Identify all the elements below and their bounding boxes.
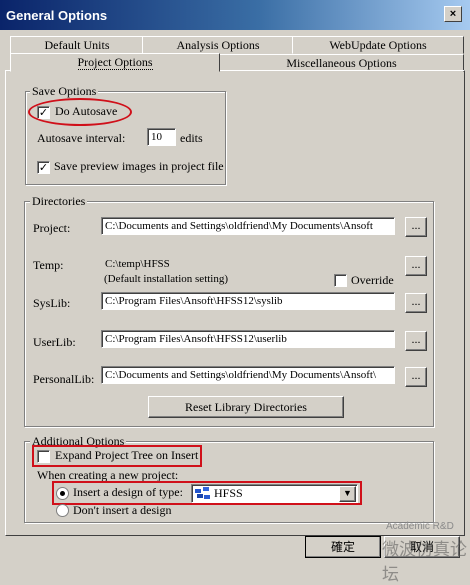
userlib-browse-button[interactable]: ... <box>405 331 427 351</box>
syslib-label: SysLib: <box>33 296 71 310</box>
checkmark-icon: ✓ <box>38 161 49 174</box>
dont-insert-design-label: Don't insert a design <box>73 503 172 517</box>
save-preview-label: Save preview images in project file <box>54 159 224 173</box>
project-browse-button[interactable]: ... <box>405 217 427 237</box>
personallib-label: PersonalLib: <box>33 372 95 386</box>
ok-button[interactable]: 確定 <box>305 536 381 558</box>
tab-label: Analysis Options <box>176 38 260 52</box>
autosave-interval-label: Autosave interval: <box>37 131 126 145</box>
highlight-box <box>52 481 362 505</box>
override-checkbox[interactable] <box>334 274 347 287</box>
userlib-label: UserLib: <box>33 335 76 349</box>
close-button[interactable]: × <box>444 6 462 22</box>
save-options-title: Save Options <box>30 84 99 99</box>
watermark-text: Academic R&D <box>386 521 454 532</box>
watermark-logo: 微波仿真论坛 <box>382 540 467 584</box>
tab-label: Project Options <box>77 55 153 70</box>
tab-default-units[interactable]: Default Units <box>10 36 144 54</box>
title-bar: General Options × <box>0 0 470 30</box>
autosave-unit-label: edits <box>180 131 203 145</box>
override-label: Override <box>351 273 394 287</box>
syslib-browse-button[interactable]: ... <box>405 293 427 313</box>
tab-webupdate-options[interactable]: WebUpdate Options <box>292 36 464 54</box>
tab-project-options[interactable]: Project Options <box>10 53 220 72</box>
personallib-path-field[interactable]: C:\Documents and Settings\oldfriend\My D… <box>101 366 395 384</box>
temp-default-note: (Default installation setting) <box>104 273 229 285</box>
reset-library-directories-button[interactable]: Reset Library Directories <box>148 396 344 418</box>
tab-label: WebUpdate Options <box>329 38 427 52</box>
dont-insert-design-radio[interactable] <box>56 504 69 517</box>
window-title: General Options <box>6 8 108 23</box>
project-label: Project: <box>33 221 71 235</box>
personallib-browse-button[interactable]: ... <box>405 367 427 387</box>
temp-browse-button[interactable]: ... <box>405 256 427 276</box>
userlib-path-field[interactable]: C:\Program Files\Ansoft\HFSS12\userlib <box>101 330 395 348</box>
tab-label: Default Units <box>44 38 110 52</box>
save-preview-checkbox[interactable]: ✓ <box>37 161 50 174</box>
project-path-field[interactable]: C:\Documents and Settings\oldfriend\My D… <box>101 217 395 235</box>
tab-label: Miscellaneous Options <box>286 56 397 70</box>
syslib-path-field[interactable]: C:\Program Files\Ansoft\HFSS12\syslib <box>101 292 395 310</box>
directories-title: Directories <box>30 194 88 209</box>
highlight-box <box>32 445 202 467</box>
autosave-interval-input[interactable]: 10 <box>147 128 176 146</box>
temp-label: Temp: <box>33 258 64 272</box>
temp-path-field[interactable]: C:\temp\HFSS <box>101 255 306 273</box>
tab-analysis-options[interactable]: Analysis Options <box>142 36 294 54</box>
highlight-oval <box>28 98 132 126</box>
